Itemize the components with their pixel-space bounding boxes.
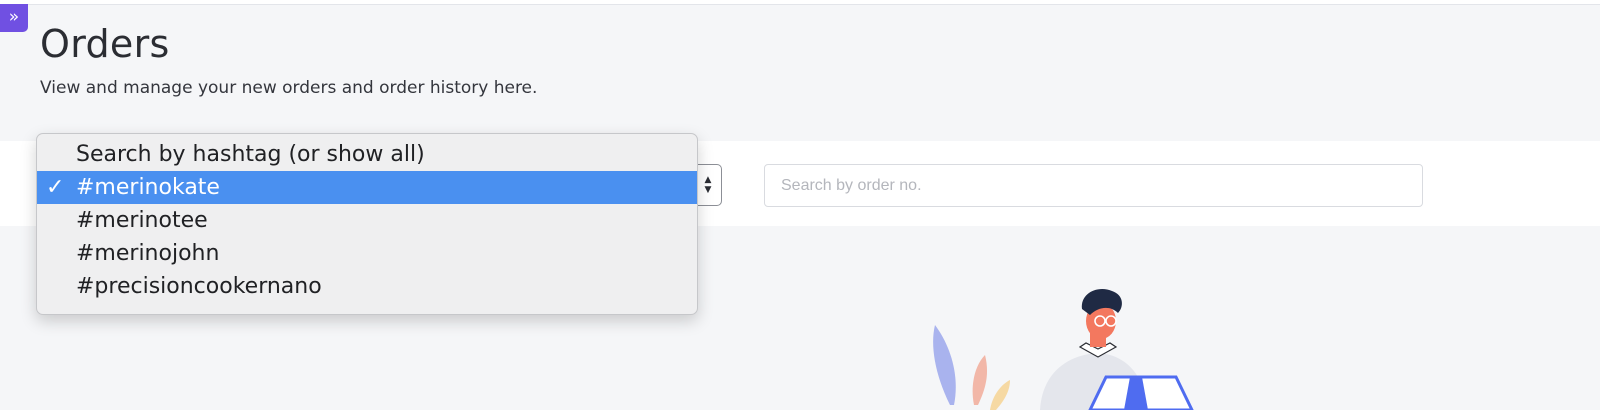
option-precisioncookernano[interactable]: #precisioncookernano <box>37 270 697 303</box>
option-merinokate[interactable]: ✓ #merinokate <box>37 171 697 204</box>
page-title: Orders <box>40 22 170 66</box>
sidebar-expand-button[interactable]: » <box>0 4 28 32</box>
option-merinojohn[interactable]: #merinojohn <box>37 237 697 270</box>
person-at-laptop-illustration <box>933 289 1194 410</box>
option-merinotee[interactable]: #merinotee <box>37 204 697 237</box>
order-search-input[interactable] <box>764 164 1423 207</box>
select-arrows-icon: ▲ ▼ <box>704 175 712 195</box>
page-subtitle: View and manage your new orders and orde… <box>40 78 538 98</box>
hashtag-dropdown-menu: Search by hashtag (or show all) ✓ #merin… <box>36 133 698 315</box>
top-border <box>0 0 1600 5</box>
option-show-all[interactable]: Search by hashtag (or show all) <box>37 138 697 171</box>
double-chevron-right-icon: » <box>8 7 20 27</box>
checkmark-icon: ✓ <box>46 175 65 200</box>
